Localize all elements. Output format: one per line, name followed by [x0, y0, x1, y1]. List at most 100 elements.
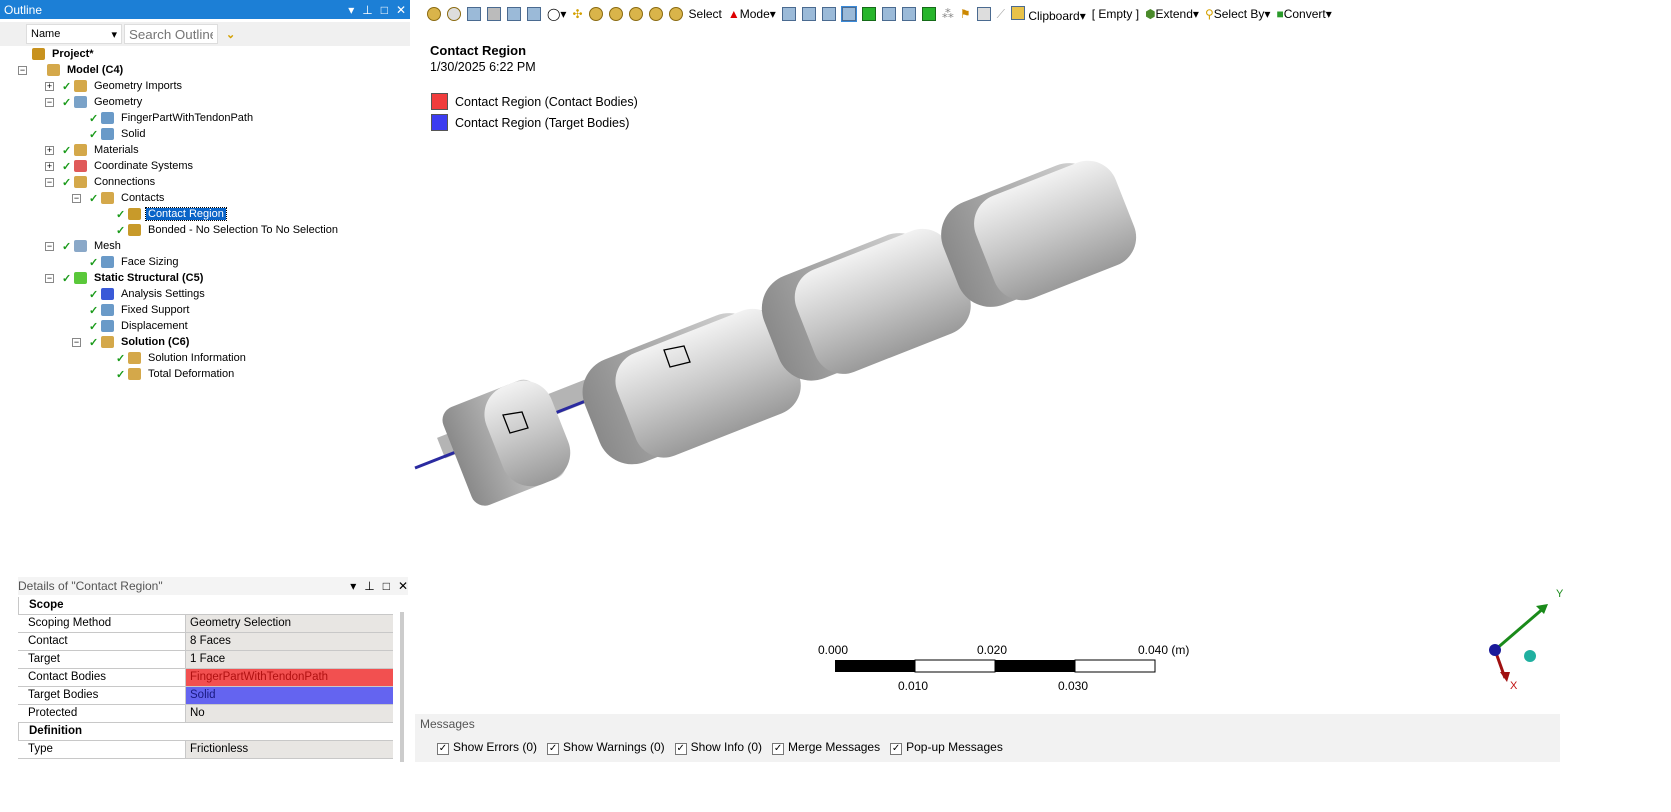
tree-item[interactable]: − ✓ Solution (C6)	[18, 334, 408, 350]
property-value[interactable]: No	[186, 705, 393, 722]
clipboard-button[interactable]: Clipboard▾	[1010, 5, 1086, 23]
collapse-icon[interactable]: −	[45, 241, 54, 251]
collapse-icon[interactable]: −	[45, 273, 54, 283]
wireframe-icon[interactable]	[507, 7, 521, 21]
select-by-button[interactable]: ⚲Select By▾	[1205, 7, 1271, 21]
vertex-select-icon[interactable]	[781, 7, 796, 21]
message-option[interactable]: ✓ Merge Messages	[772, 740, 880, 755]
box-zoom-icon[interactable]	[608, 7, 623, 21]
tree-node-icon	[74, 272, 87, 284]
tree-node-icon	[101, 320, 114, 332]
property-value[interactable]: Geometry Selection	[186, 615, 393, 632]
tree-item[interactable]: − Model (C4)	[18, 62, 408, 78]
search-outline-input[interactable]	[124, 24, 218, 44]
maximize-icon[interactable]: □	[383, 579, 390, 593]
tree-item[interactable]: + ✓ Materials	[18, 142, 408, 158]
mode-button[interactable]: ▲Mode▾	[728, 7, 776, 21]
close-icon[interactable]: ✕	[396, 3, 406, 17]
zoom-fit-icon[interactable]	[628, 7, 643, 21]
property-name: Type	[18, 741, 186, 758]
dropdown-icon[interactable]: ▾	[350, 579, 356, 593]
message-option[interactable]: ✓ Show Warnings (0)	[547, 740, 665, 755]
checkbox-checked[interactable]: ✓	[890, 743, 903, 755]
maximize-icon[interactable]: □	[381, 3, 388, 17]
pin-icon[interactable]: ⊥	[362, 3, 372, 17]
property-value[interactable]: FingerPartWithTendonPath	[186, 669, 393, 686]
tree-item[interactable]: ✓ Bonded - No Selection To No Selection	[18, 222, 408, 238]
collapse-icon[interactable]: −	[72, 337, 81, 347]
collapse-icon[interactable]: −	[45, 177, 54, 187]
tree-item[interactable]: − ✓ Connections	[18, 174, 408, 190]
checkbox-checked[interactable]: ✓	[674, 743, 687, 755]
face-select-icon[interactable]	[821, 7, 836, 21]
collapse-icon[interactable]: −	[45, 97, 54, 107]
tree-item[interactable]: ✓ Displacement	[18, 318, 408, 334]
rotate-icon[interactable]: ◯▾	[547, 7, 566, 21]
message-option[interactable]: ✓ Show Errors (0)	[437, 740, 537, 755]
details-group[interactable]: Definition	[18, 723, 393, 741]
outline-filter-select[interactable]: Name ▾	[26, 24, 122, 44]
expand-icon[interactable]: +	[45, 81, 54, 91]
tree-item[interactable]: − ✓ Geometry	[18, 94, 408, 110]
extend-button[interactable]: ⬢Extend▾	[1145, 7, 1199, 21]
tree-item[interactable]: ✓ FingerPartWithTendonPath	[18, 110, 408, 126]
shaded-icon[interactable]	[487, 7, 501, 21]
body-select-icon[interactable]	[467, 7, 481, 21]
message-option[interactable]: ✓ Show Info (0)	[674, 740, 762, 755]
magnifier-icon[interactable]	[648, 7, 663, 21]
details-group[interactable]: Scope	[18, 597, 393, 615]
close-icon[interactable]: ✕	[398, 579, 408, 593]
collapse-icon[interactable]: −	[18, 65, 27, 75]
tree-item[interactable]: − ✓ Contacts	[18, 190, 408, 206]
expand-icon[interactable]: +	[45, 145, 54, 155]
collapse-icon[interactable]: −	[72, 193, 81, 203]
tree-item[interactable]: ✓ Solid	[18, 126, 408, 142]
tree-item[interactable]: ✓ Face Sizing	[18, 254, 408, 270]
select-button[interactable]: Select	[689, 7, 722, 21]
tree-item[interactable]: ✓ Fixed Support	[18, 302, 408, 318]
checkbox-checked[interactable]: ✓	[772, 743, 785, 755]
tree-node-icon	[128, 224, 141, 236]
convert-button[interactable]: ■Convert▾	[1276, 7, 1331, 21]
body-select-mode-icon[interactable]	[840, 6, 857, 22]
property-value[interactable]: 1 Face	[186, 651, 393, 668]
checkbox-checked[interactable]: ✓	[547, 743, 560, 755]
label-icon[interactable]: ⚑	[960, 7, 971, 21]
chart-icon[interactable]: ⟋	[997, 7, 1005, 22]
pin-icon[interactable]: ⊥	[364, 579, 374, 593]
zoom-selection-icon[interactable]	[668, 7, 683, 21]
mesh-select-icon[interactable]	[921, 7, 936, 21]
pan-icon[interactable]: ✣	[572, 7, 582, 21]
tree-item[interactable]: ✓ Analysis Settings	[18, 286, 408, 302]
tree-item[interactable]: ✓ Total Deformation	[18, 366, 408, 382]
tree-item[interactable]: − ✓ Static Structural (C5)	[18, 270, 408, 286]
node-select-icon[interactable]	[861, 7, 876, 21]
zoom-in-icon[interactable]	[427, 7, 441, 21]
tree-item[interactable]: − ✓ Mesh	[18, 238, 408, 254]
tree-item[interactable]: Project*	[18, 46, 408, 62]
checkbox-checked[interactable]: ✓	[437, 743, 449, 755]
property-value[interactable]: Solid	[186, 687, 393, 704]
element-face-icon[interactable]	[881, 7, 896, 21]
edge-select-icon[interactable]	[801, 7, 816, 21]
annotation-icon[interactable]	[527, 7, 541, 21]
axis-triad	[1489, 604, 1548, 682]
option-label: Show Warnings	[563, 740, 647, 754]
tree-item[interactable]: ✓ Solution Information	[18, 350, 408, 366]
tree-item[interactable]: ✓ Contact Region	[18, 206, 408, 222]
zoom-icon[interactable]	[588, 7, 603, 21]
details-scrollbar[interactable]	[400, 612, 404, 762]
element-icon[interactable]	[901, 7, 916, 21]
expand-filter-icon[interactable]: ⌄	[226, 28, 235, 41]
tree-item[interactable]: + ✓ Coordinate Systems	[18, 158, 408, 174]
tree-node-icon	[101, 192, 114, 204]
message-option[interactable]: ✓ Pop-up Messages	[890, 740, 1003, 755]
dropdown-icon[interactable]: ▾	[348, 3, 354, 17]
zoom-out-icon[interactable]	[447, 7, 461, 21]
text-icon[interactable]	[976, 7, 991, 21]
tree-item[interactable]: + ✓ Geometry Imports	[18, 78, 408, 94]
property-value[interactable]: 8 Faces	[186, 633, 393, 650]
coordinate-icon[interactable]: ⁂	[942, 7, 954, 21]
property-value[interactable]: Frictionless	[186, 741, 393, 758]
expand-icon[interactable]: +	[45, 161, 54, 171]
